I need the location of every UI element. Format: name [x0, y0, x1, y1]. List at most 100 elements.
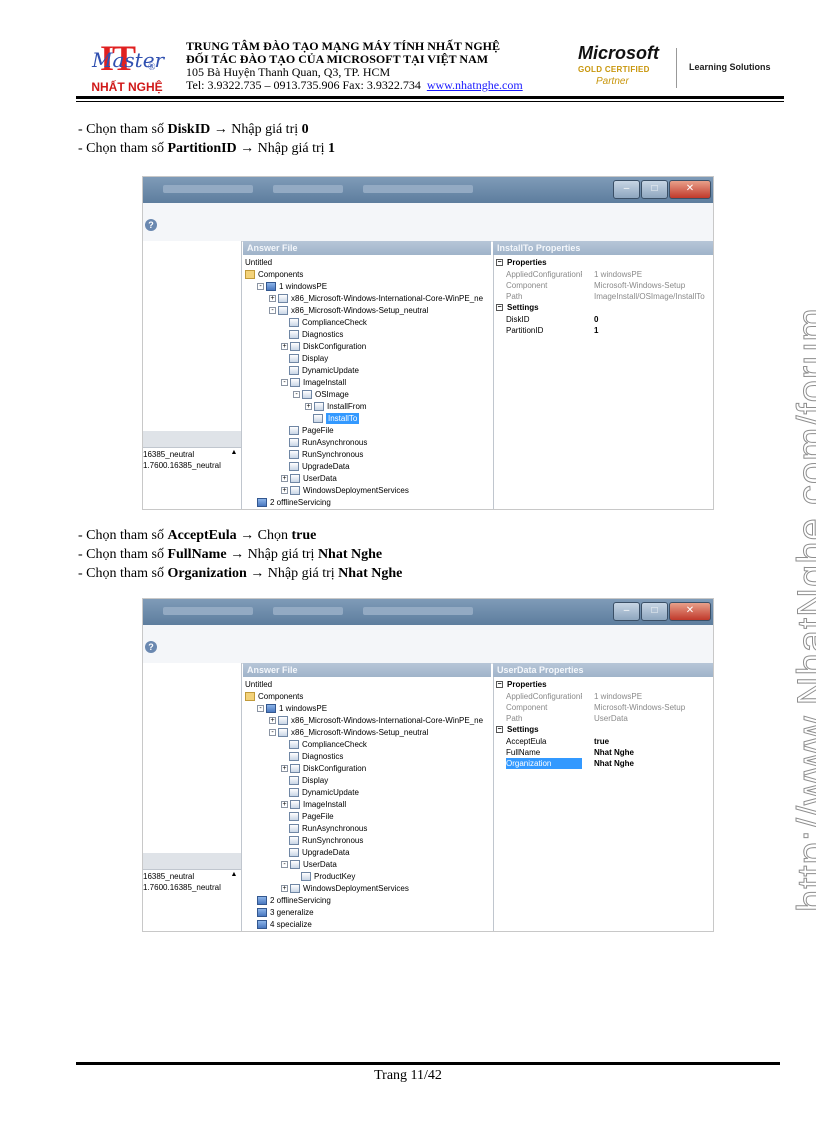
collapse-icon[interactable]: −	[496, 726, 503, 734]
tree-node[interactable]: Display	[289, 353, 328, 364]
property-value: Microsoft-Windows-Setup	[594, 281, 686, 290]
collapse-icon[interactable]: −	[496, 304, 503, 312]
tree-node[interactable]: + WindowsDeploymentServices	[281, 485, 409, 496]
scroll-up-icon[interactable]: ▲	[229, 871, 239, 881]
catalog-item[interactable]: 1.7600.16385_neutral	[143, 461, 221, 471]
setting-value[interactable]: 1	[594, 325, 712, 336]
tree-node[interactable]: ProductKey	[301, 871, 355, 882]
tree-node[interactable]: UpgradeData	[289, 461, 350, 472]
tree-node[interactable]: Diagnostics	[289, 329, 343, 340]
tree-node[interactable]: ComplianceCheck	[289, 739, 367, 750]
tree-node[interactable]: DynamicUpdate	[289, 787, 359, 798]
close-icon[interactable]: ✕	[669, 602, 711, 621]
tree-node[interactable]: - x86_Microsoft-Windows-Setup_neutral	[269, 727, 428, 738]
tree-node[interactable]: + x86_Microsoft-Windows-International-Cor…	[269, 293, 483, 304]
tree-node[interactable]: - UserData	[281, 859, 337, 870]
collapse-icon[interactable]: -	[293, 391, 300, 398]
collapse-icon[interactable]: -	[269, 729, 276, 736]
setting-value[interactable]: true	[594, 736, 712, 747]
group-properties[interactable]: − Properties	[496, 679, 547, 690]
property-row[interactable]: Path ImageInstall/OSImage/InstallTo	[506, 291, 712, 302]
setting-row[interactable]: PartitionID 1	[506, 325, 712, 336]
group-properties[interactable]: − Properties	[496, 257, 547, 268]
group-settings[interactable]: − Settings	[496, 724, 539, 735]
group-settings[interactable]: − Settings	[496, 302, 539, 313]
website-link[interactable]: www.nhatnghe.com	[427, 78, 523, 92]
minimize-icon[interactable]: –	[613, 602, 640, 621]
tree-node[interactable]: RunAsynchronous	[289, 437, 367, 448]
expand-icon[interactable]: +	[281, 801, 288, 808]
tree-node[interactable]: + InstallFrom	[305, 401, 367, 412]
collapse-icon[interactable]: -	[281, 379, 288, 386]
setting-row[interactable]: DiskID 0	[506, 314, 712, 325]
collapse-icon[interactable]: -	[257, 283, 264, 290]
scroll-up-icon[interactable]: ▲	[229, 449, 239, 459]
tree-node[interactable]: - 1 windowsPE	[257, 281, 327, 292]
setting-value[interactable]: 0	[594, 314, 712, 325]
catalog-item[interactable]: 16385_neutral	[143, 450, 194, 460]
property-row[interactable]: AppliedConfigurationPas 1 windowsPE	[506, 691, 712, 702]
tree-node[interactable]: - OSImage	[293, 389, 349, 400]
expand-icon[interactable]: +	[305, 403, 312, 410]
tree-node[interactable]: - 1 windowsPE	[257, 703, 327, 714]
tree-node[interactable]: + DiskConfiguration	[281, 341, 366, 352]
tree-node[interactable]: RunSynchronous	[289, 449, 363, 460]
catalog-item[interactable]: 1.7600.16385_neutral	[143, 883, 221, 893]
tree-node[interactable]: - x86_Microsoft-Windows-Setup_neutral	[269, 305, 428, 316]
catalog-item[interactable]: 16385_neutral	[143, 872, 194, 882]
tree-node[interactable]: RunAsynchronous	[289, 823, 367, 834]
expand-icon[interactable]: +	[281, 885, 288, 892]
tree-node[interactable]: 4 specialize	[257, 919, 312, 930]
expand-icon[interactable]: +	[281, 487, 288, 494]
tree-node[interactable]: - ImageInstall	[281, 377, 346, 388]
collapse-icon[interactable]: −	[496, 259, 503, 267]
setting-value[interactable]: Nhat Nghe	[594, 758, 712, 769]
minimize-icon[interactable]: –	[613, 180, 640, 199]
tree-node[interactable]: Components	[245, 269, 303, 280]
collapse-icon[interactable]: -	[269, 307, 276, 314]
property-row[interactable]: Component Microsoft-Windows-Setup	[506, 702, 712, 713]
tree-node[interactable]: PageFile	[289, 811, 334, 822]
tree-node[interactable]: PageFile	[289, 425, 334, 436]
property-row[interactable]: AppliedConfigurationPas 1 windowsPE	[506, 269, 712, 280]
tree-node[interactable]: Display	[289, 775, 328, 786]
help-icon[interactable]: ?	[145, 219, 157, 231]
tree-node[interactable]: + WindowsDeploymentServices	[281, 883, 409, 894]
tree-node[interactable]: UpgradeData	[289, 847, 350, 858]
tree-node[interactable]: 2 offlineServicing	[257, 895, 331, 906]
expand-icon[interactable]: +	[269, 717, 276, 724]
collapse-icon[interactable]: -	[281, 861, 288, 868]
tree-node[interactable]: Untitled	[245, 257, 272, 268]
collapse-icon[interactable]: -	[257, 705, 264, 712]
expand-icon[interactable]: +	[269, 295, 276, 302]
tree-node[interactable]: InstallTo	[313, 413, 360, 424]
tree-node[interactable]: Components	[245, 691, 303, 702]
expand-icon[interactable]: +	[281, 343, 288, 350]
expand-icon[interactable]: +	[281, 765, 288, 772]
tree-node[interactable]: + UserData	[281, 473, 337, 484]
tree-node[interactable]: + ImageInstall	[281, 799, 346, 810]
property-row[interactable]: Component Microsoft-Windows-Setup	[506, 280, 712, 291]
tree-node[interactable]: DynamicUpdate	[289, 365, 359, 376]
close-icon[interactable]: ✕	[669, 180, 711, 199]
collapse-icon[interactable]: −	[496, 681, 503, 689]
property-row[interactable]: Path UserData	[506, 713, 712, 724]
tree-node[interactable]: Diagnostics	[289, 751, 343, 762]
tree-node[interactable]: + x86_Microsoft-Windows-International-Cor…	[269, 715, 483, 726]
tree-node[interactable]: RunSynchronous	[289, 835, 363, 846]
setting-node-icon	[301, 872, 311, 881]
tree-node[interactable]: Untitled	[245, 679, 272, 690]
setting-row[interactable]: AcceptEula true	[506, 736, 712, 747]
tree-node[interactable]: ComplianceCheck	[289, 317, 367, 328]
tree-node[interactable]: 3 generalize	[257, 907, 314, 918]
setting-node-icon	[289, 848, 299, 857]
setting-row[interactable]: Organization Nhat Nghe	[506, 758, 712, 769]
tree-node[interactable]: 2 offlineServicing	[257, 497, 331, 508]
expand-icon[interactable]: +	[281, 475, 288, 482]
maximize-icon[interactable]: □	[641, 180, 668, 199]
setting-row[interactable]: FullName Nhat Nghe	[506, 747, 712, 758]
help-icon[interactable]: ?	[145, 641, 157, 653]
tree-node[interactable]: + DiskConfiguration	[281, 763, 366, 774]
maximize-icon[interactable]: □	[641, 602, 668, 621]
setting-value[interactable]: Nhat Nghe	[594, 747, 712, 758]
